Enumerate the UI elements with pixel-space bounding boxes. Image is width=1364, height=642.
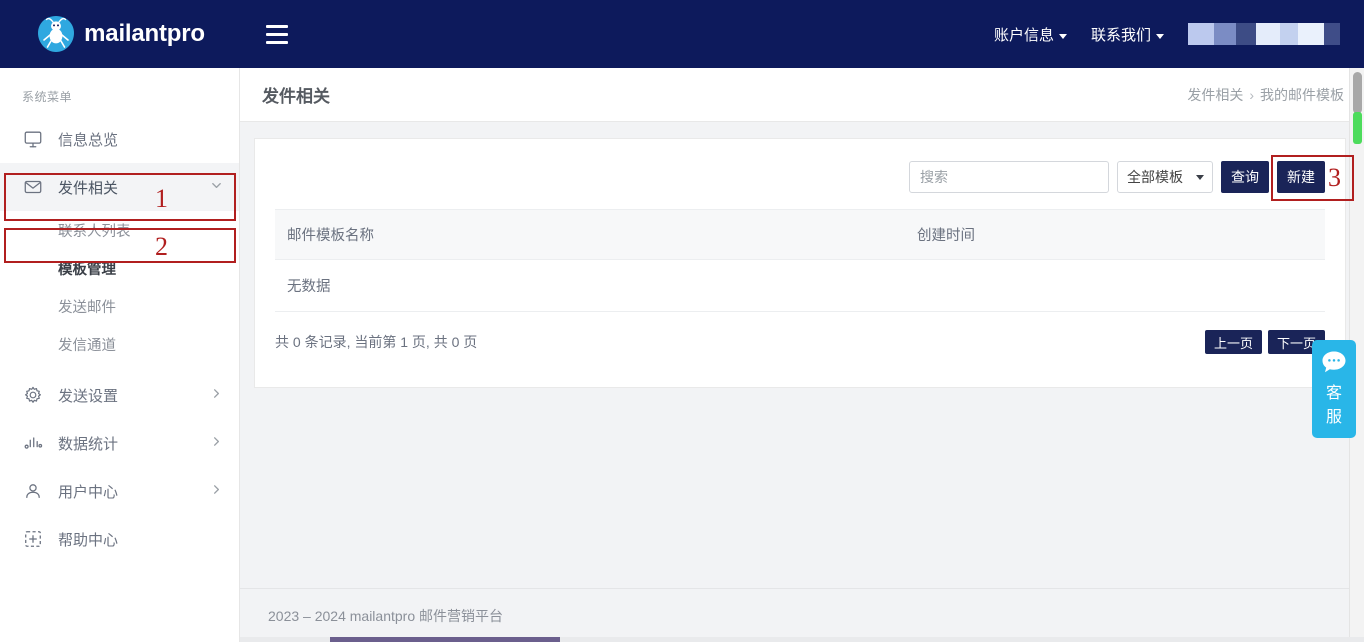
scrollbar-progress-indicator [1353, 112, 1362, 144]
footer: 2023 – 2024 mailantpro 邮件营销平台 [240, 588, 1364, 642]
column-header-template-name[interactable]: 邮件模板名称 [275, 209, 905, 260]
chat-bubble-icon [1321, 350, 1347, 379]
top-nav: 账户信息 联系我们 [994, 23, 1364, 45]
sidebar-item-label: 用户中心 [58, 483, 119, 501]
breadcrumb-current: 我的邮件模板 [1260, 86, 1344, 103]
sidebar-item-label: 发送设置 [58, 387, 119, 405]
template-filter-value: 全部模板 [1127, 169, 1183, 185]
empty-state-text: 无数据 [275, 259, 1325, 312]
customer-service-label-2: 服 [1325, 409, 1342, 426]
table-header-row: 邮件模板名称 创建时间 [275, 209, 1325, 260]
table-body: 无数据 [275, 259, 1325, 312]
topnav-item-label: 账户信息 [993, 26, 1054, 44]
sidebar-item-statistics[interactable]: 数据统计 [0, 419, 239, 467]
chevron-right-icon [210, 387, 223, 403]
pagination: 共 0 条记录, 当前第 1 页, 共 0 页 上一页 下一页 [275, 312, 1325, 376]
account-name-redacted [1188, 23, 1340, 45]
prev-page-button[interactable]: 上一页 [1204, 330, 1262, 354]
sidebar-item-user-center[interactable]: 用户中心 [0, 467, 239, 515]
page-header: 发件相关 发件相关 › 我的邮件模板 [240, 68, 1364, 122]
top-bar: mailantpro 账户信息 联系我们 [0, 0, 1364, 68]
submenu-item-send-channel[interactable]: 发信通道 [0, 325, 239, 363]
templates-table: 邮件模板名称 创建时间 无数据 [275, 209, 1325, 312]
brand-logo-area[interactable]: mailantpro [0, 0, 240, 68]
pagination-info: 共 0 条记录, 当前第 1 页, 共 0 页 [275, 334, 478, 350]
hamburger-bar [266, 40, 288, 44]
breadcrumb: 发件相关 › 我的邮件模板 [1187, 85, 1344, 105]
submenu-item-contacts[interactable]: 联系人列表 [0, 211, 239, 249]
submenu-item-label: 发送邮件 [58, 299, 116, 316]
envelope-icon [22, 176, 44, 198]
chevron-right-icon [210, 435, 223, 451]
breadcrumb-parent[interactable]: 发件相关 [1187, 85, 1243, 105]
submenu-item-label: 联系人列表 [58, 223, 131, 240]
chevron-down-icon [1058, 33, 1067, 39]
monitor-icon [22, 128, 44, 150]
search-input[interactable] [909, 161, 1109, 193]
page-title: 发件相关 [262, 87, 330, 106]
chevron-down-icon [210, 179, 223, 195]
sidebar-item-mailing[interactable]: 发件相关 [0, 163, 239, 211]
customer-service-label-1: 客 [1325, 385, 1342, 402]
topnav-item-label: 联系我们 [1090, 26, 1151, 44]
column-header-create-time[interactable]: 创建时间 [905, 209, 1325, 260]
templates-panel: 全部模板 查询 新建 邮件模板名称 创建时间 无数据 [254, 138, 1346, 388]
customer-service-widget[interactable]: 客 服 [1312, 340, 1356, 438]
main-content: 发件相关 发件相关 › 我的邮件模板 全部模板 查询 新建 邮件 [240, 68, 1364, 642]
horizontal-scrollbar-thumb[interactable] [330, 637, 560, 642]
user-icon [22, 480, 44, 502]
footer-text: 2023 – 2024 mailantpro 邮件营销平台 [268, 607, 503, 624]
chevron-right-icon [210, 483, 223, 499]
sidebar-item-overview[interactable]: 信息总览 [0, 115, 239, 163]
submenu-item-label: 模板管理 [58, 261, 116, 278]
table-row-empty: 无数据 [275, 259, 1325, 312]
submenu-item-send-mail[interactable]: 发送邮件 [0, 287, 239, 325]
chevron-down-icon [1196, 175, 1204, 180]
sidebar-item-label: 数据统计 [58, 435, 119, 453]
sidebar-item-label: 信息总览 [58, 131, 119, 149]
sidebar-item-label: 发件相关 [58, 179, 119, 197]
topnav-item-contact[interactable]: 联系我们 [1091, 24, 1164, 45]
hamburger-bar [266, 24, 288, 28]
sidebar: 系统菜单 信息总览 发件相关 联系人列表 模板管理 发送邮件 发信通道 发送设置… [0, 68, 240, 642]
hamburger-bar [266, 32, 288, 36]
sidebar-item-label: 帮助中心 [58, 531, 119, 549]
hamburger-icon[interactable] [266, 21, 292, 47]
app-root: mailantpro 账户信息 联系我们 系统菜单 信息总览 发件相关 联系人列… [0, 0, 1364, 642]
gear-icon [22, 384, 44, 406]
create-button[interactable]: 新建 [1277, 161, 1325, 193]
pagination-buttons: 上一页 下一页 [1204, 330, 1325, 354]
breadcrumb-separator: › [1249, 86, 1254, 103]
submenu-item-label: 发信通道 [58, 337, 116, 354]
brand-name: mailantpro [84, 20, 205, 47]
toolbar: 全部模板 查询 新建 [275, 139, 1325, 209]
chevron-down-icon [1156, 33, 1164, 39]
submenu-item-templates[interactable]: 模板管理 [0, 249, 239, 287]
table-header: 邮件模板名称 创建时间 [275, 209, 1325, 260]
topnav-item-account[interactable]: 账户信息 [994, 24, 1067, 45]
sidebar-item-send-settings[interactable]: 发送设置 [0, 371, 239, 419]
dashed-plus-icon [22, 528, 44, 550]
sidebar-item-help-center[interactable]: 帮助中心 [0, 515, 239, 563]
bar-chart-icon [22, 432, 44, 454]
sidebar-title: 系统菜单 [22, 90, 73, 104]
template-filter-select[interactable]: 全部模板 [1117, 161, 1213, 193]
scrollbar-thumb[interactable] [1353, 72, 1362, 114]
ant-mascot-logo-icon [35, 13, 77, 55]
query-button[interactable]: 查询 [1221, 161, 1269, 193]
